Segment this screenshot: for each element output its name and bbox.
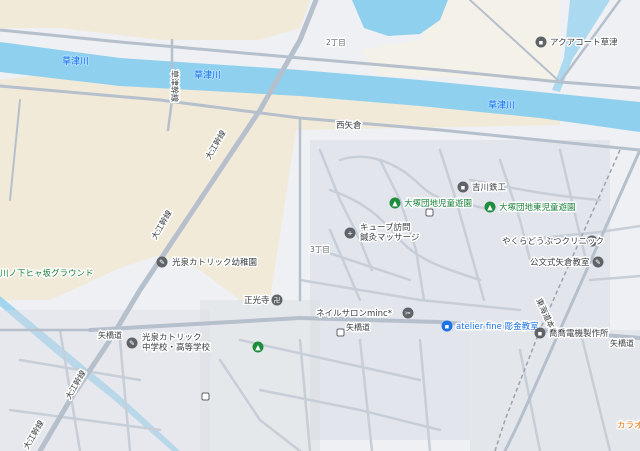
- poi-kosen-kindergarten[interactable]: ✎ 光泉カトリック幼稚園: [156, 256, 259, 270]
- river-label-2: 草津川: [194, 69, 221, 81]
- svg-text:▪: ▪: [538, 330, 543, 338]
- bus-stop-icon[interactable]: [425, 208, 434, 217]
- road-label-yabashi-1: 矢橋道: [98, 330, 122, 340]
- svg-text:川ノ下ヒャ坂グラウンド: 川ノ下ヒャ坂グラウンド: [0, 268, 94, 279]
- river-label-1: 草津川: [62, 55, 89, 67]
- poi-cube-label-1: キューブ訪問: [360, 222, 411, 233]
- svg-text:やくらどうぶつクリニック: やくらどうぶつクリニック: [502, 237, 604, 247]
- svg-text:▪: ▪: [461, 184, 466, 192]
- svg-text:ネイルサロンminc*: ネイルサロンminc*: [316, 309, 392, 319]
- svg-text:▲: ▲: [255, 344, 261, 352]
- svg-text:✎: ✎: [595, 259, 601, 267]
- chome-label-3: 3丁目: [310, 245, 330, 254]
- svg-text:▪: ▪: [445, 323, 450, 331]
- svg-text:卍: 卍: [274, 297, 281, 305]
- svg-text:光泉カトリック中学校・高等学校: 光泉カトリック中学校・高等学校: [142, 332, 211, 353]
- poi-kosen-school-label-2: 中学校・高等学校: [142, 342, 211, 353]
- svg-text:atelier fine 彫金教室: atelier fine 彫金教室: [456, 321, 539, 332]
- chome-label-2: 2丁目: [326, 38, 346, 47]
- svg-text:光泉カトリック幼稚園: 光泉カトリック幼稚園: [172, 257, 257, 268]
- svg-text:キューブ訪問鍼灸マッサージ: キューブ訪問鍼灸マッサージ: [360, 222, 419, 243]
- road-label-small-vertical: 草津幹線: [170, 70, 180, 102]
- svg-text:公文式矢倉教室: 公文式矢倉教室: [530, 257, 590, 268]
- svg-text:▲: ▲: [392, 200, 398, 208]
- svg-text:✎: ✎: [129, 340, 135, 348]
- bus-stop-icon[interactable]: [201, 392, 210, 401]
- poi-kosen-school-label-1: 光泉カトリック: [142, 332, 202, 343]
- svg-text:+: +: [347, 230, 353, 238]
- poi-karaoke[interactable]: カラオ: [616, 420, 640, 433]
- svg-text:カラオ: カラオ: [617, 421, 640, 431]
- poi-yoshikawa-tekko[interactable]: ▪ 吉川鉄工: [457, 181, 508, 195]
- road-label-yabashi-3: 矢橋道: [610, 338, 634, 348]
- svg-text:大塚団地東児童遊園: 大塚団地東児童遊園: [499, 202, 576, 213]
- bus-stop-icon[interactable]: [336, 328, 345, 337]
- poi-park-small[interactable]: ▲: [252, 341, 264, 353]
- poi-shokoji[interactable]: 卍 正光寺: [243, 294, 283, 308]
- svg-text:喬喬電機製作所: 喬喬電機製作所: [549, 328, 609, 339]
- svg-text:✎: ✎: [159, 259, 165, 267]
- map-canvas[interactable]: 草津川 草津川 草津川 西矢倉 2丁目 3丁目 大江幹線 大江幹線 大江幹線 大…: [0, 0, 640, 451]
- svg-text:アクアコート草津: アクアコート草津: [550, 37, 618, 48]
- svg-text:✂: ✂: [405, 310, 411, 318]
- district-label-nishiyakura: 西矢倉: [336, 120, 362, 131]
- poi-otsuka-east-park[interactable]: ▲ 大塚団地東児童遊園: [484, 201, 577, 215]
- river-label-3: 草津川: [488, 99, 515, 111]
- svg-text:正光寺: 正光寺: [244, 295, 270, 306]
- poi-kawanoshita-ground[interactable]: 川ノ下ヒャ坂グラウンド: [0, 267, 95, 281]
- poi-cube-label-2: 鍼灸マッサージ: [360, 232, 419, 243]
- svg-text:吉川鉄工: 吉川鉄工: [472, 182, 507, 193]
- svg-text:▪: ▪: [539, 39, 544, 47]
- poi-atelier-fine[interactable]: ▪ atelier fine 彫金教室: [441, 320, 541, 334]
- svg-text:▲: ▲: [487, 204, 493, 212]
- svg-text:大塚団地児童遊園: 大塚団地児童遊園: [404, 198, 472, 209]
- road-label-yabashi-2: 矢橋道: [346, 322, 370, 332]
- poi-yakura-clinic[interactable]: + やくらどうぶつクリニック: [501, 235, 606, 249]
